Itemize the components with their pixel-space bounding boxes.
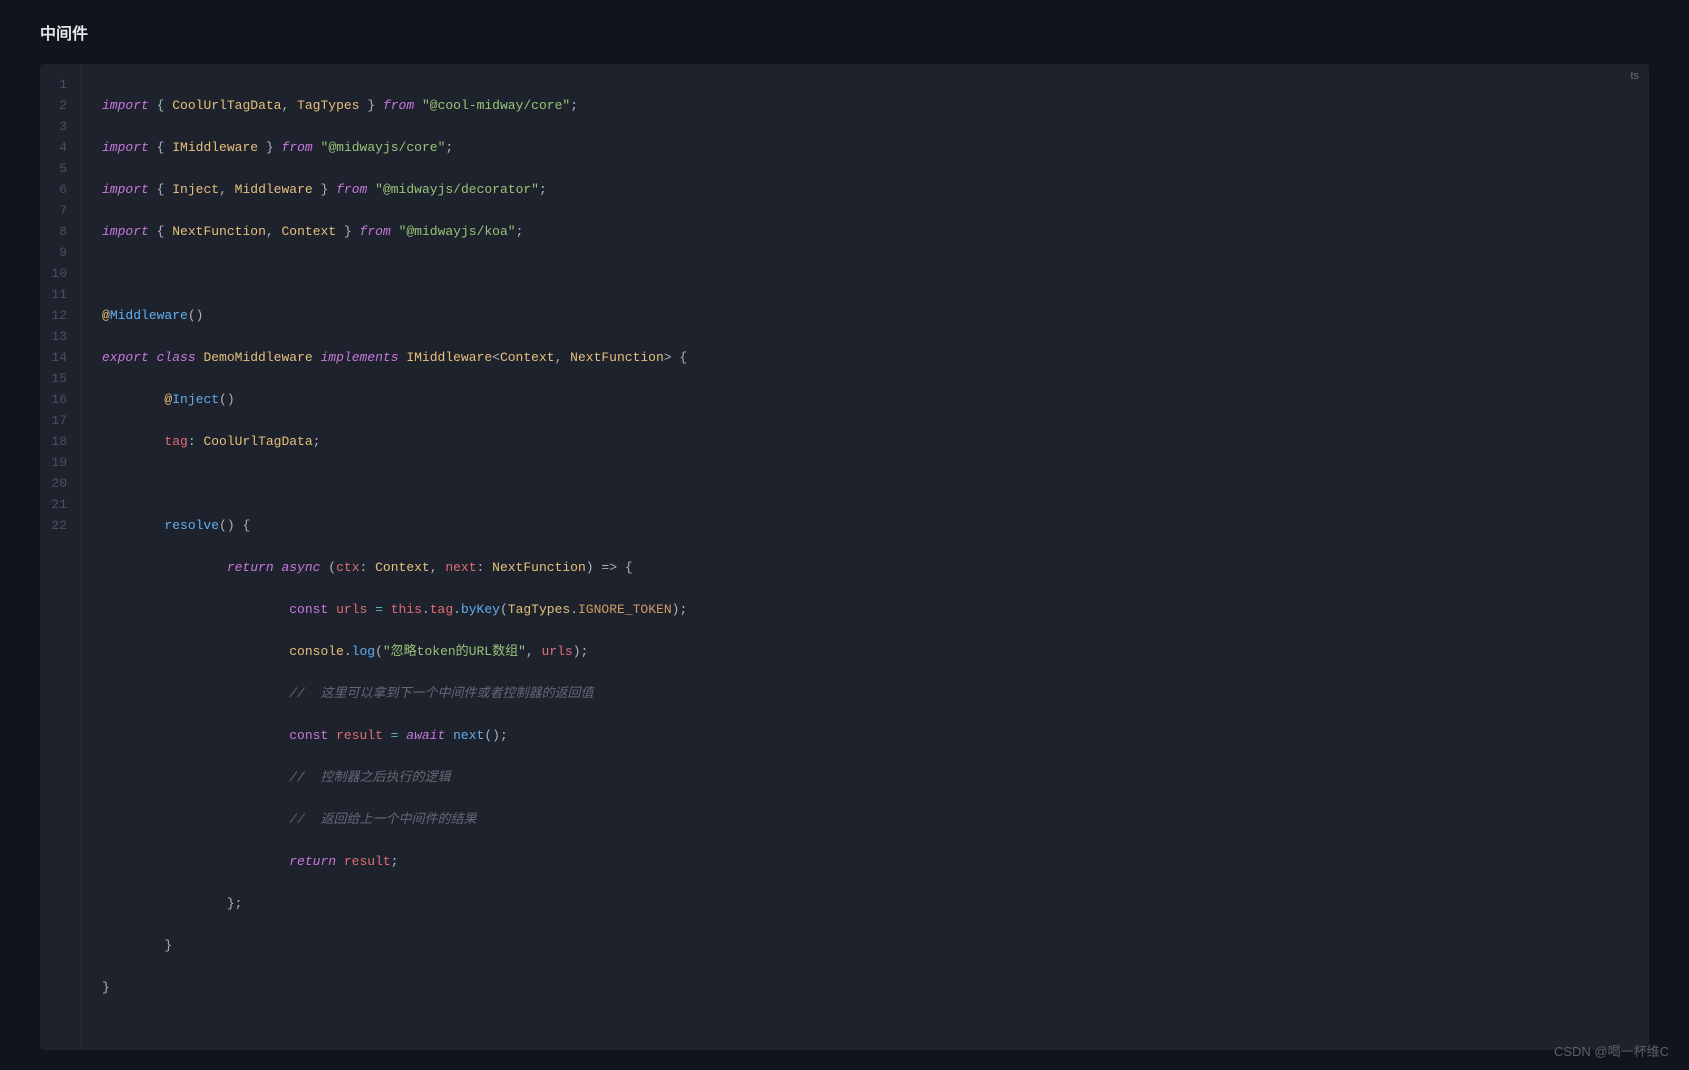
code-line [102,473,1649,494]
line-number: 9 [40,242,81,263]
line-number: 21 [40,494,81,515]
code-line: const urls = this.tag.byKey(TagTypes.IGN… [102,599,1649,620]
line-number: 20 [40,473,81,494]
code-line: import { NextFunction, Context } from "@… [102,221,1649,242]
code-line: tag: CoolUrlTagData; [102,431,1649,452]
line-number: 1 [40,74,81,95]
code-table: 1 2 3 4 5 6 7 8 9 10 11 12 13 14 15 16 1… [40,64,1649,1050]
code-line: resolve() { [102,515,1649,536]
watermark: CSDN @喝一杯维C [1554,1041,1669,1060]
line-number: 7 [40,200,81,221]
line-number: 14 [40,347,81,368]
code-line: } [102,935,1649,956]
code-line: // 返回给上一个中间件的结果 [102,809,1649,830]
code-content[interactable]: import { CoolUrlTagData, TagTypes } from… [82,64,1649,1050]
line-number: 16 [40,389,81,410]
line-number: 6 [40,179,81,200]
code-line: console.log("忽略token的URL数组", urls); [102,641,1649,662]
line-number: 18 [40,431,81,452]
line-number: 5 [40,158,81,179]
code-line: const result = await next(); [102,725,1649,746]
line-number: 19 [40,452,81,473]
line-number: 4 [40,137,81,158]
line-number: 12 [40,305,81,326]
code-line: }; [102,893,1649,914]
line-number: 2 [40,95,81,116]
code-line: } [102,977,1649,998]
line-number: 8 [40,221,81,242]
code-line: @Middleware() [102,305,1649,326]
code-line: return result; [102,851,1649,872]
code-line [102,263,1649,284]
code-line: export class DemoMiddleware implements I… [102,347,1649,368]
code-block: ts 1 2 3 4 5 6 7 8 9 10 11 12 13 14 15 1… [40,64,1649,1050]
code-line: // 控制器之后执行的逻辑 [102,767,1649,788]
code-line: // 这里可以拿到下一个中间件或者控制器的返回值 [102,683,1649,704]
line-number: 10 [40,263,81,284]
code-line: import { CoolUrlTagData, TagTypes } from… [102,95,1649,116]
language-badge: ts [1630,70,1639,82]
section-heading: 中间件 [40,20,1649,44]
code-line: import { Inject, Middleware } from "@mid… [102,179,1649,200]
line-number: 13 [40,326,81,347]
line-number: 17 [40,410,81,431]
line-number: 15 [40,368,81,389]
code-line: import { IMiddleware } from "@midwayjs/c… [102,137,1649,158]
code-line: @Inject() [102,389,1649,410]
line-number: 22 [40,515,81,536]
line-number: 3 [40,116,81,137]
line-number-gutter: 1 2 3 4 5 6 7 8 9 10 11 12 13 14 15 16 1… [40,64,82,1050]
line-number: 11 [40,284,81,305]
code-line: return async (ctx: Context, next: NextFu… [102,557,1649,578]
